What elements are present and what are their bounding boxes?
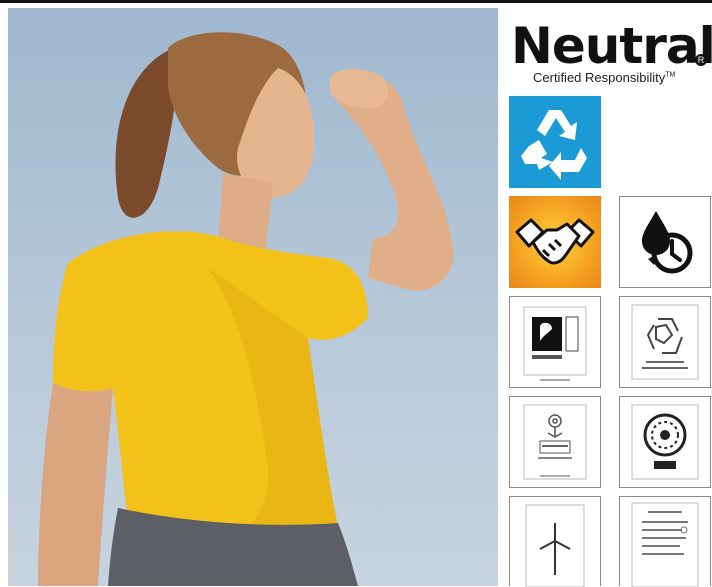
- wind-turbine-certificate-tile: [509, 496, 601, 587]
- recycle-icon: [521, 110, 587, 180]
- recycled-certificate-tile: [619, 296, 711, 388]
- water-clock-tile: [619, 196, 711, 288]
- brand-logo: Neutral R Certified ResponsibilityTM: [509, 17, 712, 90]
- photo-illustration: [38, 32, 454, 586]
- text-certificate-tile: [619, 496, 711, 587]
- trademark-mark: TM: [665, 71, 676, 79]
- seal-certificate-tile: [619, 396, 711, 488]
- seal-certificate-icon: [631, 404, 699, 480]
- water-drop-clock-icon: [642, 211, 693, 274]
- text-certificate-icon: [631, 502, 699, 587]
- fairtrade-certificate-icon: [523, 306, 587, 381]
- handshake-icon: [515, 218, 595, 265]
- ecolabel-certificate-icon: [523, 404, 587, 480]
- recycle-tile: [509, 96, 601, 188]
- top-rule: [0, 0, 712, 3]
- ecolabel-certificate-tile: [509, 396, 601, 488]
- handshake-tile: [509, 196, 601, 288]
- brand-tagline-text: Certified Responsibility: [533, 70, 666, 85]
- brand-tagline: Certified ResponsibilityTM: [533, 70, 675, 85]
- brand-name: Neutral: [511, 17, 712, 75]
- recycled-certificate-icon: [631, 304, 699, 380]
- registered-mark: R: [695, 54, 707, 66]
- fairtrade-certificate-tile: [509, 296, 601, 388]
- wind-turbine-certificate-icon: [525, 504, 585, 587]
- hero-photo: [8, 8, 498, 586]
